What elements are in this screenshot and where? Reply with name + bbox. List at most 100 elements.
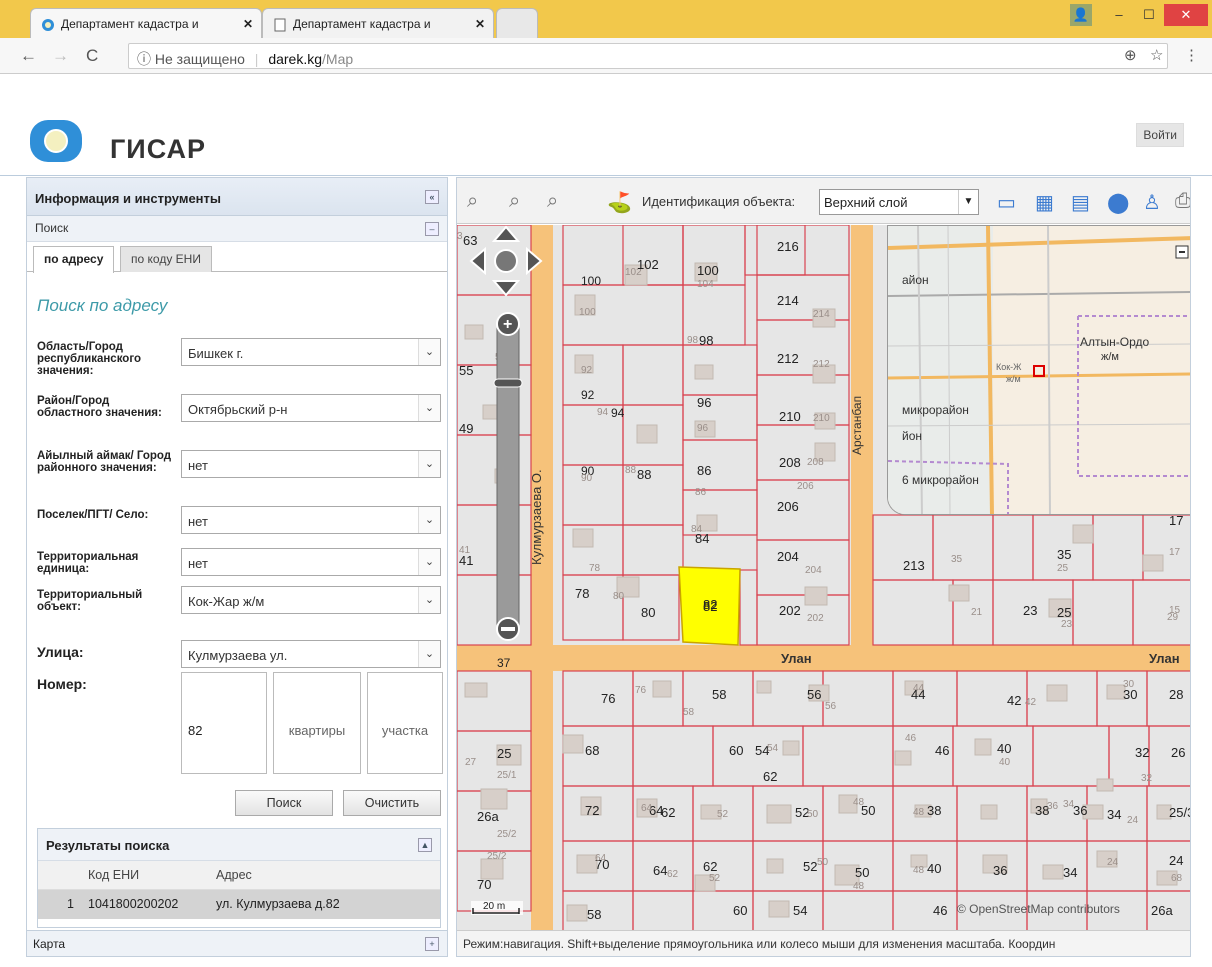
identify-label: Идентификация объекта: (642, 194, 796, 209)
parcel-number-label: 32 (1141, 773, 1153, 784)
chevron-down-icon[interactable]: ⌄ (418, 507, 440, 533)
street-select[interactable]: Кулмурзаева ул. ⌄ (181, 640, 441, 668)
login-button[interactable]: Войти (1136, 123, 1184, 147)
field-label: Территориальная единица: (37, 551, 139, 575)
village-select[interactable]: нет ⌄ (181, 506, 441, 534)
measure-area-icon[interactable]: ▦ (1035, 190, 1054, 215)
collapse-results-icon[interactable]: ▲ (418, 838, 432, 852)
tab-close-icon[interactable]: ✕ (475, 17, 485, 31)
field-label: Территориальный объект: (37, 589, 143, 613)
reload-icon[interactable]: C (86, 46, 98, 66)
panel-header: Информация и инструменты « (27, 178, 447, 216)
map-section-footer[interactable]: Карта + (27, 930, 447, 956)
tab-by-code[interactable]: по коду ЕНИ (120, 246, 212, 272)
table-row[interactable]: 1 1041800200202 ул. Кулмурзаева д.82 (38, 889, 440, 919)
map-canvas[interactable]: 216 214 214 212 212 210 210 208 208 206 206 204 204 2… (457, 225, 1190, 932)
select-value: Кулмурзаева ул. (188, 648, 288, 663)
parcel-number-label: 42 (1025, 697, 1037, 708)
print-icon[interactable]: ⎙ (1175, 190, 1190, 213)
parcel-number-label: 55 (459, 363, 473, 378)
url-field[interactable]: ⓘ Не защищено | darek.kg/Map (128, 43, 1168, 69)
parcel-number-label: 96 (697, 423, 709, 434)
clear-button[interactable]: Очистить (343, 790, 441, 816)
minimize-icon[interactable]: – (1104, 4, 1134, 26)
building-footprint (980, 804, 998, 820)
tab-by-address[interactable]: по адресу (33, 246, 115, 273)
parcel-number-label: 37 (497, 656, 511, 670)
parcel-number-label: 46 (905, 733, 917, 744)
chevron-down-icon[interactable]: ⌄ (418, 549, 440, 575)
parcel-number-label: 40 (999, 757, 1011, 768)
zoom-out-box-icon[interactable]: ⌕ (547, 190, 558, 213)
forward-icon[interactable]: → (52, 46, 69, 66)
apartment-input[interactable]: квартиры (273, 672, 361, 774)
chevron-down-icon[interactable]: ⌄ (418, 339, 440, 365)
map-attribution[interactable]: © OpenStreetMap contributors (957, 902, 1120, 916)
maximize-icon[interactable]: ☐ (1134, 4, 1164, 26)
measure-line-icon[interactable]: ▭ (997, 190, 1016, 215)
chevron-down-icon[interactable]: ⌄ (418, 587, 440, 613)
security-indicator[interactable]: ⓘ Не защищено (137, 51, 245, 67)
column-header-address[interactable]: Адрес (210, 861, 440, 890)
zoom-slider-track[interactable] (496, 314, 520, 636)
new-tab-button[interactable] (496, 8, 538, 38)
footer-label: Карта (33, 937, 66, 951)
overview-minimap[interactable]: Алтын-Ордо ж/м айон микрорайон йон 6 мик… (887, 225, 1190, 515)
column-header-code[interactable]: Код ЕНИ (82, 861, 210, 890)
menu-icon[interactable]: ⋮ (1184, 46, 1199, 64)
parcel-number-label: 38 (927, 803, 941, 818)
parcel-number-label: 208 (807, 457, 824, 468)
tab-close-icon[interactable]: ✕ (243, 17, 253, 31)
parcel-number-label: 35 (951, 554, 963, 565)
building-footprint (566, 904, 588, 922)
zoom-bar[interactable]: + (493, 312, 523, 641)
parcel-number-label: 46 (933, 903, 947, 918)
parcel-number-label: 24 (1169, 853, 1183, 868)
browser-tab-2[interactable]: Департамент кадастра и ✕ (262, 8, 494, 38)
district-select[interactable]: Октябрьский р-н ⌄ (181, 394, 441, 422)
parcel-number-label: 25 (1057, 605, 1071, 620)
expand-map-icon[interactable]: + (425, 937, 439, 951)
aimak-select[interactable]: нет ⌄ (181, 450, 441, 478)
search-button[interactable]: Поиск (235, 790, 333, 816)
parcel-number-label: 62 (667, 869, 679, 880)
parcel-number-label: 25 (497, 746, 511, 761)
browser-tab-1[interactable]: Департамент кадастра и ✕ (30, 8, 262, 38)
parcel-number-label: 214 (777, 293, 799, 308)
layers-icon[interactable]: ▤ (1071, 190, 1090, 215)
field-label: Область/Город республиканского значения: (37, 341, 141, 377)
window-close-icon[interactable]: ✕ (1164, 4, 1208, 26)
building-footprint (1042, 864, 1064, 880)
chevron-down-icon[interactable]: ⌄ (418, 641, 440, 667)
chevron-down-icon[interactable]: ⌄ (418, 451, 440, 477)
back-icon[interactable]: ← (20, 46, 37, 66)
location-pin-icon[interactable]: ⬤ (1107, 190, 1129, 215)
object-select[interactable]: Кок-Жар ж/м ⌄ (181, 586, 441, 614)
plot-input[interactable]: участка (367, 672, 443, 774)
collapse-panel-icon[interactable]: « (425, 190, 439, 204)
number-label: Номер: (37, 676, 87, 692)
person-icon[interactable]: ♙ (1143, 190, 1161, 215)
parcel-number-label: 24 (1127, 815, 1139, 826)
unit-select[interactable]: нет ⌄ (181, 548, 441, 576)
bookmark-star-icon[interactable]: ☆ (1150, 46, 1163, 64)
house-number-input[interactable]: 82 (181, 672, 267, 774)
map-status-bar: Режим:навигация. Shift+выделение прямоуг… (457, 930, 1190, 956)
building-footprint (1142, 554, 1164, 572)
chevron-down-icon[interactable]: ⌄ (418, 395, 440, 421)
zoom-slider-handle[interactable] (493, 378, 523, 388)
region-select[interactable]: Бишкек г. ⌄ (181, 338, 441, 366)
parcel-number-label: 202 (807, 613, 824, 624)
globe-icon[interactable] (494, 249, 518, 273)
collapse-search-icon[interactable]: – (425, 222, 439, 236)
parcel-number-label: 206 (777, 499, 799, 514)
parcel-number-label: 25/2 (487, 851, 507, 862)
user-icon[interactable]: 👤 (1070, 4, 1092, 26)
parcel-number-label: 213 (903, 558, 925, 573)
zoom-icon[interactable]: ⊕ (1124, 46, 1137, 64)
chevron-down-icon[interactable]: ▼ (958, 190, 978, 214)
zoom-extent-icon[interactable]: ⌕ (467, 190, 478, 213)
identify-icon[interactable]: ⛳ (607, 190, 632, 215)
zoom-in-box-icon[interactable]: ⌕ (509, 190, 520, 213)
layer-select[interactable]: Верхний слой ▼ (819, 189, 979, 215)
